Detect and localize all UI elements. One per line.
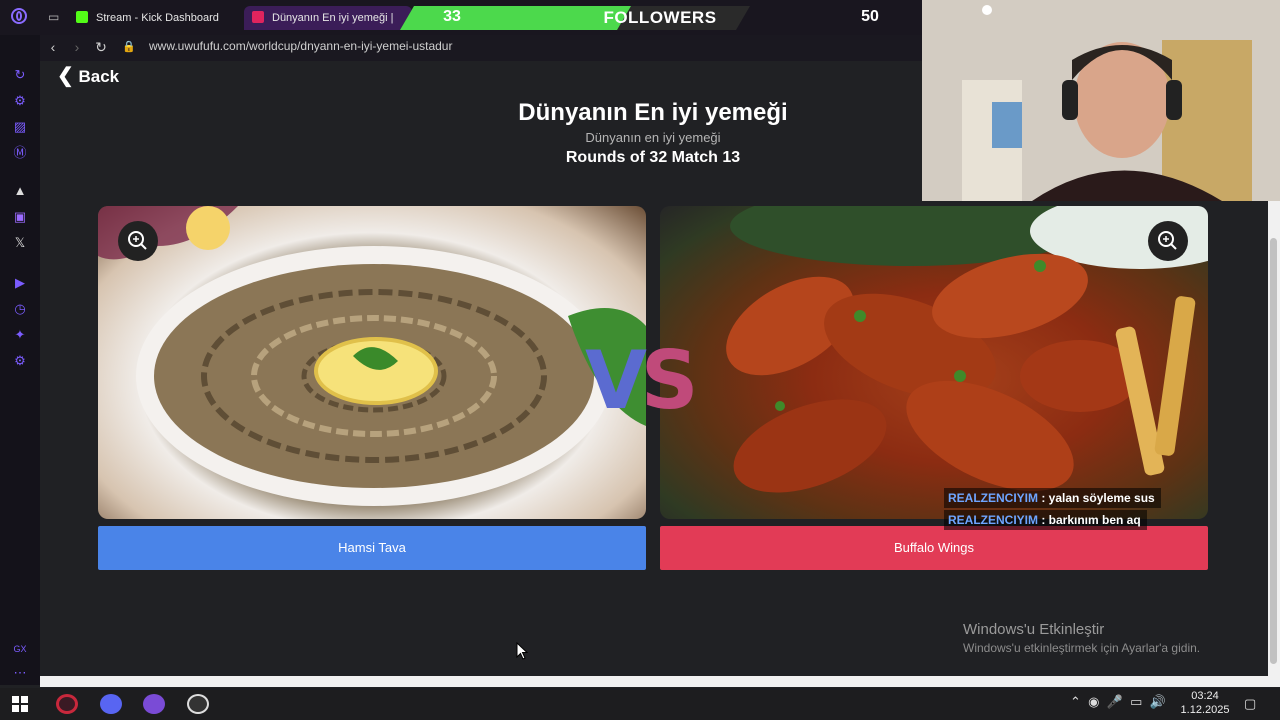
discord-taskbar-icon[interactable]: [100, 694, 122, 714]
followers-label: FOLLOWERS: [603, 8, 717, 27]
webcam-picture: [922, 0, 1280, 201]
followers-current: 33: [443, 8, 461, 25]
x-twitter-icon[interactable]: 𝕏: [12, 235, 28, 251]
network-icon[interactable]: ▭: [1130, 694, 1142, 709]
tab-manager-icon[interactable]: ▭: [48, 10, 59, 24]
chat-username: REALZENCIYIM: [948, 491, 1038, 505]
vs-label: VS: [585, 334, 699, 427]
clock-time[interactable]: 03:24: [1180, 690, 1230, 702]
settings-gear-icon[interactable]: ⚙: [12, 353, 28, 369]
chat-text: : barkınım ben aq: [1038, 513, 1141, 527]
lock-icon[interactable]: 🔒: [120, 38, 138, 56]
clock-date[interactable]: 1.12.2025: [1180, 704, 1230, 716]
gx-control-icon[interactable]: ⚙: [12, 93, 28, 109]
kick-favicon-icon: [76, 11, 88, 23]
page-subtitle: Dünyanın en iyi yemeği: [585, 130, 721, 145]
microphone-icon[interactable]: 🎤: [1107, 694, 1123, 709]
choice-right-button[interactable]: Buffalo Wings: [660, 526, 1208, 570]
twitch-icon[interactable]: ▣: [12, 209, 28, 225]
browser-sidebar: ↻ ⚙ ▨ Ⓜ ▲ ▣ 𝕏 ▶ ◷ ✦ ⚙ GX ⋯: [0, 35, 40, 685]
zoom-in-icon: [1158, 231, 1177, 250]
gx-icon[interactable]: GX: [12, 641, 28, 657]
chat-app-taskbar-icon[interactable]: [143, 694, 165, 714]
system-tray: ⌃ ◉ 🎤 ▭ 🔊: [1070, 694, 1166, 714]
round-info: Rounds of 32 Match 13: [565, 149, 741, 166]
chat-username: REALZENCIYIM: [948, 513, 1038, 527]
vs-s-letter: S: [640, 334, 699, 427]
activation-watermark-subtitle: Windows'u etkinleştirmek için Ayarlar'a …: [963, 641, 1201, 655]
mouse-cursor-icon: [516, 642, 529, 660]
player-icon[interactable]: ▶: [12, 275, 28, 291]
buffalo-wings-image[interactable]: [660, 206, 1208, 519]
chevron-left-icon: ❮: [57, 65, 74, 87]
messenger-icon[interactable]: Ⓜ: [12, 145, 28, 161]
reload-icon[interactable]: ↻: [92, 38, 110, 56]
chat-message: REALZENCIYIM : yalan söyleme sus: [944, 488, 1161, 508]
back-label: Back: [78, 67, 120, 86]
tab-kick-dashboard[interactable]: Stream - Kick Dashboard: [76, 6, 236, 30]
more-options-icon[interactable]: ⋯: [12, 665, 28, 681]
forward-arrow-icon[interactable]: ›: [68, 38, 86, 56]
zoom-right-button[interactable]: [1148, 221, 1188, 261]
buffalo-wings-picture: [726, 206, 1208, 493]
followers-goal-bar: 33 FOLLOWERS: [400, 6, 750, 30]
activation-watermark-title: Windows'u Etkinleştir: [963, 621, 1105, 638]
webcam-feed: [922, 0, 1280, 201]
chevron-up-icon[interactable]: ⌃: [1070, 694, 1081, 709]
notification-icon[interactable]: ▢: [1244, 696, 1256, 712]
chat-text: : yalan söyleme sus: [1038, 491, 1155, 505]
gx-corner-icon[interactable]: ▨: [12, 119, 28, 135]
speed-dial-icon[interactable]: ↻: [12, 67, 28, 83]
extensions-icon[interactable]: ✦: [12, 327, 28, 343]
url-field[interactable]: www.uwufufu.com/worldcup/dnyann-en-iyi-y…: [149, 39, 452, 53]
opera-gx-logo-icon[interactable]: [11, 8, 27, 24]
hamsi-tava-picture: [98, 206, 646, 506]
obs-taskbar-icon[interactable]: [187, 694, 209, 714]
vertical-scrollbar-thumb[interactable]: [1270, 238, 1277, 664]
vs-v-letter: V: [585, 334, 647, 427]
windows-start-icon[interactable]: [12, 696, 28, 712]
aria-icon[interactable]: ▲: [12, 183, 28, 199]
opera-gx-taskbar-icon[interactable]: [56, 694, 78, 714]
page-title: Dünyanın En iyi yemeği: [518, 99, 788, 126]
tray-app-icon[interactable]: ◉: [1088, 694, 1099, 709]
hamsi-tava-image[interactable]: [98, 206, 646, 519]
tab-title: Dünyanın En iyi yemeği |: [272, 12, 394, 24]
tab-title: Stream - Kick Dashboard: [96, 12, 219, 24]
back-arrow-icon[interactable]: ‹: [44, 38, 62, 56]
back-button[interactable]: ❮ Back: [57, 63, 119, 88]
history-icon[interactable]: ◷: [12, 301, 28, 317]
tab-uwufufu[interactable]: Dünyanın En iyi yemeği |: [244, 6, 412, 30]
volume-icon[interactable]: 🔊: [1150, 694, 1166, 709]
chat-message: REALZENCIYIM : barkınım ben aq: [944, 510, 1147, 530]
choice-left-button[interactable]: Hamsi Tava: [98, 526, 646, 570]
horizontal-scrollbar[interactable]: [40, 676, 1268, 687]
zoom-in-icon: [128, 231, 147, 250]
followers-goal-number: 50: [861, 8, 879, 25]
uwufufu-favicon-icon: [252, 11, 264, 23]
zoom-left-button[interactable]: [118, 221, 158, 261]
